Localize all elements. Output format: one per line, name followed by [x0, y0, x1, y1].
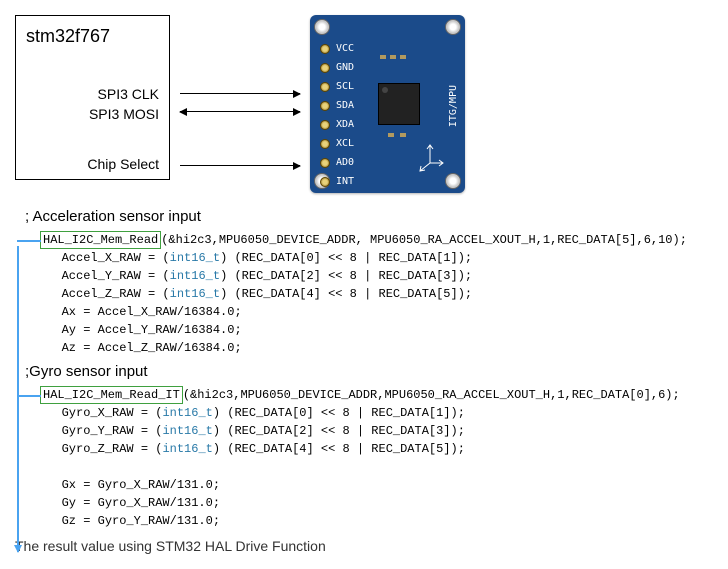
pin-label: SDA — [336, 100, 354, 111]
mcu-box: stm32f767 SPI3 CLK SPI3 MOSI Chip Select — [15, 15, 170, 180]
ic-chip — [378, 83, 420, 125]
signal-clk: SPI3 CLK — [98, 86, 159, 102]
accel-code: HAL_I2C_Mem_Read(&hi2c3,MPU6050_DEVICE_A… — [40, 231, 713, 357]
pin-header: VCC GND SCL SDA XDA XCL AD0 INT — [320, 39, 354, 191]
smd-part — [400, 133, 406, 137]
arrow-clk — [180, 93, 300, 94]
smd-part — [380, 55, 386, 59]
gyro-code: HAL_I2C_Mem_Read_IT(&hi2c3,MPU6050_DEVIC… — [40, 386, 713, 530]
smd-part — [388, 133, 394, 137]
result-caption: The result value using STM32 HAL Drive F… — [15, 538, 713, 554]
mount-hole — [445, 173, 461, 189]
callout-line — [17, 246, 19, 552]
arrow-cs — [180, 165, 300, 166]
smd-part — [390, 55, 396, 59]
wiring-arrows — [180, 15, 300, 185]
axis-icon — [415, 143, 445, 173]
pin-label: XDA — [336, 119, 354, 130]
code-section: ; Acceleration sensor input HAL_I2C_Mem_… — [15, 208, 713, 530]
arrow-mosi — [180, 111, 300, 112]
mount-hole — [445, 19, 461, 35]
gyro-title: ;Gyro sensor input — [25, 363, 713, 380]
pin-label: XCL — [336, 138, 354, 149]
hal-fn-box: HAL_I2C_Mem_Read — [40, 231, 161, 249]
hal-fn-box: HAL_I2C_Mem_Read_IT — [40, 386, 183, 404]
silk-text: ITG/MPU — [448, 85, 459, 127]
pin-label: INT — [336, 176, 354, 187]
smd-part — [400, 55, 406, 59]
accel-title: ; Acceleration sensor input — [25, 208, 713, 225]
wiring-diagram: stm32f767 SPI3 CLK SPI3 MOSI Chip Select… — [15, 15, 713, 193]
mount-hole — [314, 19, 330, 35]
pin-label: GND — [336, 62, 354, 73]
pin-label: SCL — [336, 81, 354, 92]
mpu6050-board: VCC GND SCL SDA XDA XCL AD0 INT ITG/MPU — [310, 15, 465, 193]
signal-cs: Chip Select — [87, 156, 159, 172]
pin-label: VCC — [336, 43, 354, 54]
pin-label: AD0 — [336, 157, 354, 168]
mcu-title: stm32f767 — [26, 26, 159, 47]
signal-mosi: SPI3 MOSI — [89, 106, 159, 122]
